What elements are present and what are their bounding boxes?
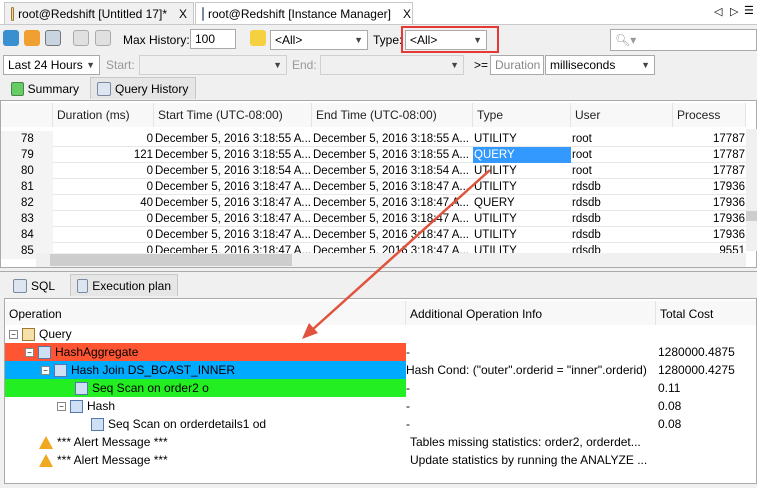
arrow-line — [311, 169, 491, 331]
annotation-arrow — [302, 169, 491, 339]
